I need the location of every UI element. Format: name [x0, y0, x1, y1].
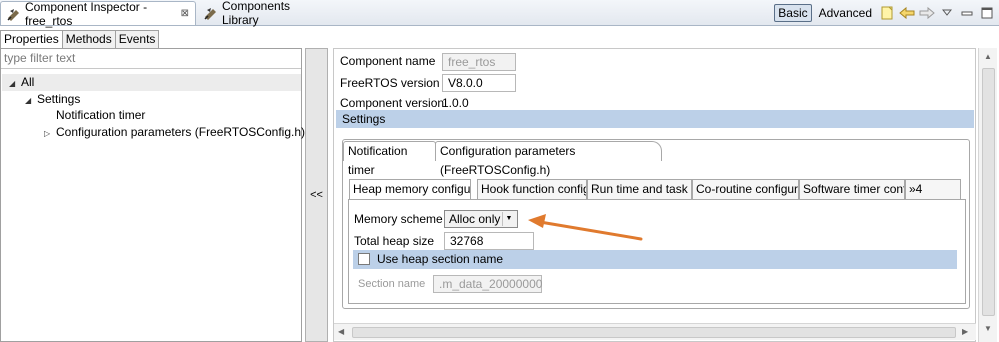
- tree-item-settings-label: Settings: [37, 92, 81, 106]
- tab-software-timer[interactable]: Software timer confi: [799, 179, 905, 199]
- total-heap-size-label: Total heap size: [354, 234, 435, 248]
- tab-components-library-label: Components Library: [222, 0, 291, 27]
- tab-heap-memory[interactable]: Heap memory configur: [349, 179, 471, 199]
- memory-scheme-label: Memory scheme: [354, 212, 443, 226]
- vertical-scroll-thumb[interactable]: [982, 68, 995, 316]
- view-tab-bar: Component Inspector - free_rtos ⊠ Compon…: [0, 0, 999, 28]
- tab-methods[interactable]: Methods: [61, 30, 116, 48]
- back-arrow-icon[interactable]: [899, 5, 915, 21]
- expanded-triangle-icon[interactable]: ◢: [25, 92, 37, 109]
- use-heap-section-label: Use heap section name: [377, 252, 504, 266]
- properties-detail-panel: Component name free_rtos FreeRTOS versio…: [333, 48, 976, 342]
- tab-notification-timer[interactable]: Notification timer: [343, 141, 436, 177]
- component-name-field[interactable]: free_rtos: [442, 53, 516, 71]
- tab-properties[interactable]: Properties: [0, 30, 63, 48]
- scroll-up-icon[interactable]: ▲: [984, 52, 992, 61]
- view-toolbar: Basic Advanced: [774, 1, 995, 25]
- tab-co-routine[interactable]: Co-routine configura: [692, 179, 799, 199]
- close-icon[interactable]: ⊠: [181, 8, 189, 19]
- vertical-scrollbar[interactable]: ▲ ▼: [978, 48, 997, 342]
- tree-selection-highlight: [2, 74, 301, 91]
- minimize-icon[interactable]: [959, 5, 975, 21]
- new-note-icon[interactable]: [879, 5, 895, 21]
- horizontal-scroll-thumb[interactable]: [352, 327, 956, 338]
- tab-hook-function[interactable]: Hook function config: [477, 179, 587, 199]
- chevron-down-icon[interactable]: ▼: [502, 212, 515, 226]
- tab-components-library[interactable]: Components Library: [198, 0, 328, 27]
- tree-item-configuration-parameters-label: Configuration parameters (FreeRTOSConfig…: [56, 125, 305, 139]
- tab-events[interactable]: Events: [114, 30, 160, 48]
- collapsed-triangle-icon[interactable]: ▷: [44, 125, 56, 142]
- use-heap-section-checkbox[interactable]: [358, 253, 370, 265]
- tab-component-inspector-label: Component Inspector - free_rtos: [25, 0, 148, 28]
- component-inspector-icon: [7, 7, 21, 21]
- freertos-version-field[interactable]: V8.0.0: [442, 74, 516, 92]
- expanded-triangle-icon[interactable]: ◢: [9, 75, 21, 92]
- tree-item-all-label: All: [21, 75, 35, 89]
- horizontal-scrollbar[interactable]: ◀ ▶: [334, 323, 976, 340]
- scroll-right-icon[interactable]: ▶: [962, 327, 968, 336]
- more-tabs-button[interactable]: »4: [905, 179, 961, 199]
- memory-scheme-select[interactable]: Alloc only ▼: [444, 210, 518, 228]
- freertos-version-label: FreeRTOS version: [340, 76, 440, 90]
- section-name-label: Section name: [358, 278, 426, 290]
- components-library-icon: [204, 6, 218, 20]
- tab-configuration-parameters[interactable]: Configuration parameters (FreeRTOSConfig…: [435, 141, 662, 177]
- maximize-icon[interactable]: [979, 5, 995, 21]
- total-heap-size-field[interactable]: 32768: [444, 232, 534, 250]
- tab-run-time-stats[interactable]: Run time and task st: [587, 179, 692, 199]
- collapse-tree-button[interactable]: <<: [305, 48, 328, 342]
- tree-item-notification-timer[interactable]: Notification timer: [56, 107, 145, 124]
- tab-component-inspector[interactable]: Component Inspector - free_rtos ⊠: [0, 0, 196, 28]
- settings-section-header[interactable]: Settings: [336, 110, 974, 128]
- component-version-value: 1.0.0: [442, 96, 469, 110]
- tree-item-configuration-parameters[interactable]: ▷ Configuration parameters (FreeRTOSConfi…: [44, 124, 305, 141]
- view-menu-icon[interactable]: [939, 5, 955, 21]
- component-version-label: Component version: [340, 96, 445, 110]
- filter-input[interactable]: type filter text: [1, 49, 301, 69]
- tree-item-notification-timer-label: Notification timer: [56, 108, 146, 122]
- tree-item-settings[interactable]: ◢ Settings: [25, 91, 80, 108]
- forward-arrow-icon[interactable]: [919, 5, 935, 21]
- advanced-mode-button[interactable]: Advanced: [816, 5, 875, 21]
- scroll-down-icon[interactable]: ▼: [984, 324, 992, 333]
- properties-tree-panel: type filter text ◢ All ◢ Settings Notifica…: [0, 48, 305, 342]
- basic-mode-button[interactable]: Basic: [774, 4, 812, 22]
- component-name-label: Component name: [340, 54, 436, 68]
- tree-item-all[interactable]: ◢ All: [9, 74, 34, 91]
- inspector-sub-tabs: Properties Methods Events: [0, 30, 160, 48]
- section-name-field[interactable]: .m_data_20000000: [433, 275, 542, 293]
- use-heap-section-row[interactable]: Use heap section name: [353, 250, 957, 269]
- scroll-left-icon[interactable]: ◀: [338, 327, 344, 336]
- memory-scheme-value: Alloc only: [449, 212, 501, 226]
